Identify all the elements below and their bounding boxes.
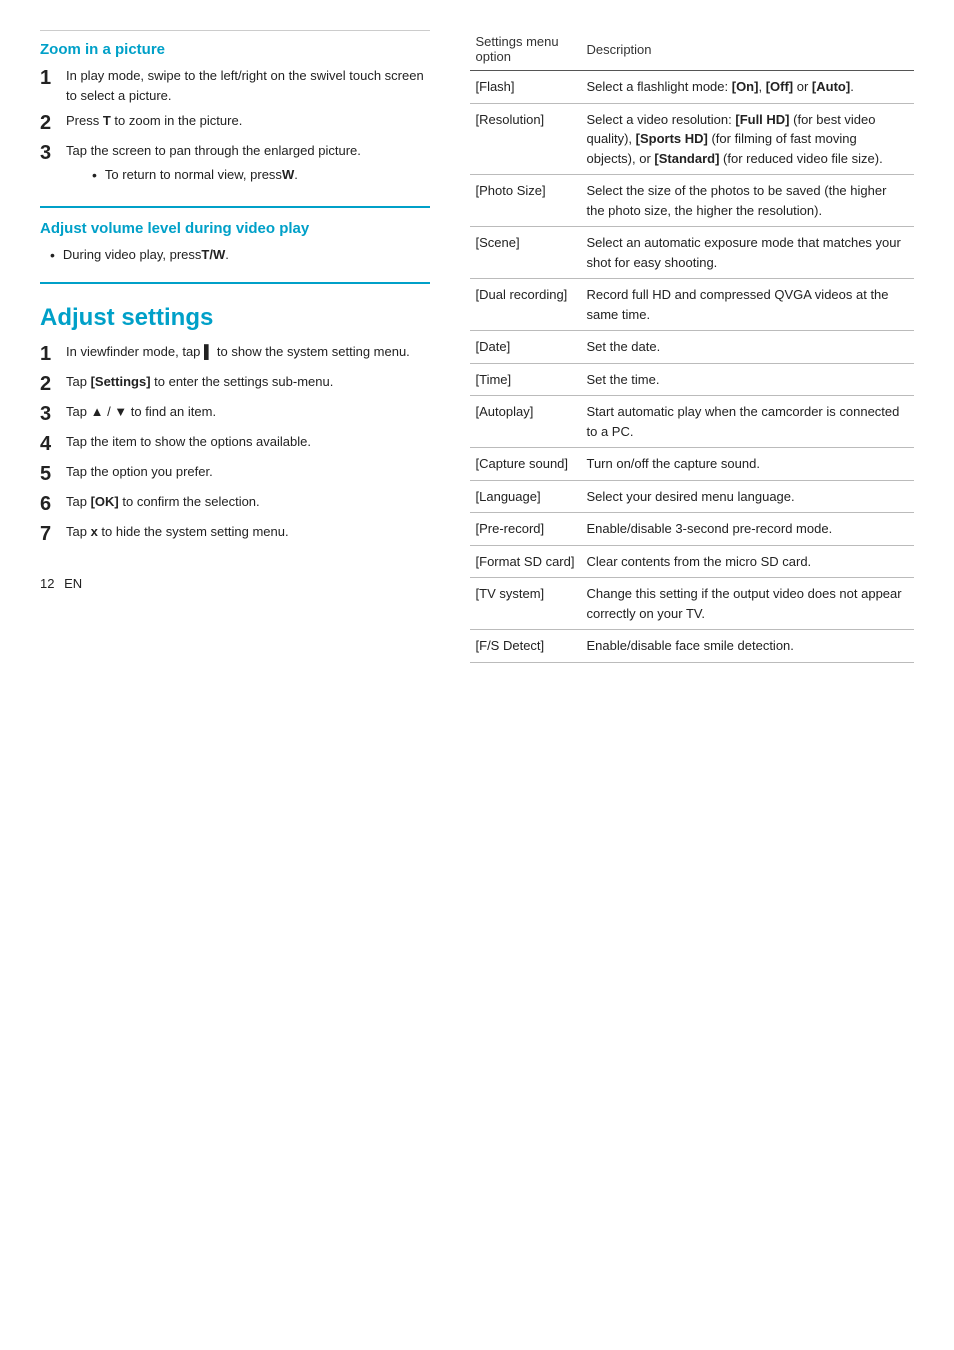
option-photo-size: [Photo Size] [470, 175, 581, 227]
step-text: Press T to zoom in the picture. [66, 111, 430, 131]
step-text: In viewfinder mode, tap ▌ to show the sy… [66, 342, 430, 362]
table-row: [F/S Detect] Enable/disable face smile d… [470, 630, 914, 663]
option-autoplay: [Autoplay] [470, 396, 581, 448]
desc-autoplay: Start automatic play when the camcorder … [580, 396, 914, 448]
option-tv-system: [TV system] [470, 578, 581, 630]
left-column: Zoom in a picture 1 In play mode, swipe … [40, 30, 460, 663]
table-row: [Date] Set the date. [470, 331, 914, 364]
top-divider [40, 30, 430, 31]
desc-format-sd: Clear contents from the micro SD card. [580, 545, 914, 578]
option-capture-sound: [Capture sound] [470, 448, 581, 481]
step-number: 6 [40, 492, 66, 516]
option-language: [Language] [470, 480, 581, 513]
table-row: [Photo Size] Select the size of the phot… [470, 175, 914, 227]
table-row: [Flash] Select a flashlight mode: [On], … [470, 71, 914, 104]
adjust-steps-list: 1 In viewfinder mode, tap ▌ to show the … [40, 342, 430, 546]
desc-language: Select your desired menu language. [580, 480, 914, 513]
volume-section-title: Adjust volume level during video play [40, 220, 430, 237]
adjust-step-3: 3 Tap ▲ / ▼ to find an item. [40, 402, 430, 426]
step-number: 1 [40, 342, 66, 366]
desc-resolution: Select a video resolution: [Full HD] (fo… [580, 103, 914, 175]
step-number: 1 [40, 66, 66, 90]
table-header-description: Description [580, 30, 914, 71]
table-row: [Resolution] Select a video resolution: … [470, 103, 914, 175]
table-row: [Pre-record] Enable/disable 3-second pre… [470, 513, 914, 546]
sub-bullet-list: To return to normal view, press W. [92, 165, 430, 186]
section-divider-2 [40, 282, 430, 284]
option-dual-recording: [Dual recording] [470, 279, 581, 331]
page-number: 12 [40, 576, 54, 591]
table-row: [Language] Select your desired menu lang… [470, 480, 914, 513]
option-date: [Date] [470, 331, 581, 364]
option-flash: [Flash] [470, 71, 581, 104]
step-text: Tap [OK] to confirm the selection. [66, 492, 430, 512]
step-text: In play mode, swipe to the left/right on… [66, 66, 430, 105]
step-text: Tap the item to show the options availab… [66, 432, 430, 452]
desc-pre-record: Enable/disable 3-second pre-record mode. [580, 513, 914, 546]
option-fs-detect: [F/S Detect] [470, 630, 581, 663]
adjust-section-title: Adjust settings [40, 304, 430, 332]
adjust-step-1: 1 In viewfinder mode, tap ▌ to show the … [40, 342, 430, 366]
settings-table: Settings menuoption Description [Flash] … [470, 30, 914, 663]
zoom-section-title: Zoom in a picture [40, 41, 430, 58]
adjust-step-7: 7 Tap x to hide the system setting menu. [40, 522, 430, 546]
step-text: Tap the screen to pan through the enlarg… [66, 141, 430, 190]
option-pre-record: [Pre-record] [470, 513, 581, 546]
step-number: 5 [40, 462, 66, 486]
adjust-step-2: 2 Tap [Settings] to enter the settings s… [40, 372, 430, 396]
step-number: 3 [40, 141, 66, 165]
adjust-step-5: 5 Tap the option you prefer. [40, 462, 430, 486]
desc-photo-size: Select the size of the photos to be save… [580, 175, 914, 227]
table-row: [Capture sound] Turn on/off the capture … [470, 448, 914, 481]
zoom-step-2: 2 Press T to zoom in the picture. [40, 111, 430, 135]
step-number: 4 [40, 432, 66, 456]
right-column: Settings menuoption Description [Flash] … [460, 30, 914, 663]
desc-scene: Select an automatic exposure mode that m… [580, 227, 914, 279]
table-header-option: Settings menuoption [470, 30, 581, 71]
step-text: Tap [Settings] to enter the settings sub… [66, 372, 430, 392]
option-scene: [Scene] [470, 227, 581, 279]
desc-fs-detect: Enable/disable face smile detection. [580, 630, 914, 663]
section-divider-1 [40, 206, 430, 208]
desc-time: Set the time. [580, 363, 914, 396]
option-time: [Time] [470, 363, 581, 396]
step-number: 2 [40, 111, 66, 135]
table-row: [Autoplay] Start automatic play when the… [470, 396, 914, 448]
volume-bullet-item: During video play, press T/W. [50, 245, 430, 266]
step-number: 2 [40, 372, 66, 396]
zoom-step-3: 3 Tap the screen to pan through the enla… [40, 141, 430, 190]
desc-tv-system: Change this setting if the output video … [580, 578, 914, 630]
zoom-steps-list: 1 In play mode, swipe to the left/right … [40, 66, 430, 190]
lang-label: EN [64, 576, 82, 591]
step-text: Tap the option you prefer. [66, 462, 430, 482]
desc-dual-recording: Record full HD and compressed QVGA video… [580, 279, 914, 331]
volume-bullet-list: During video play, press T/W. [50, 245, 430, 266]
table-row: [Format SD card] Clear contents from the… [470, 545, 914, 578]
desc-capture-sound: Turn on/off the capture sound. [580, 448, 914, 481]
step-text: Tap x to hide the system setting menu. [66, 522, 430, 542]
zoom-step-1: 1 In play mode, swipe to the left/right … [40, 66, 430, 105]
adjust-step-6: 6 Tap [OK] to confirm the selection. [40, 492, 430, 516]
table-row: [Scene] Select an automatic exposure mod… [470, 227, 914, 279]
table-row: [Time] Set the time. [470, 363, 914, 396]
desc-date: Set the date. [580, 331, 914, 364]
option-resolution: [Resolution] [470, 103, 581, 175]
table-row: [Dual recording] Record full HD and comp… [470, 279, 914, 331]
desc-flash: Select a flashlight mode: [On], [Off] or… [580, 71, 914, 104]
step-text: Tap ▲ / ▼ to find an item. [66, 402, 430, 422]
step-number: 3 [40, 402, 66, 426]
table-row: [TV system] Change this setting if the o… [470, 578, 914, 630]
option-format-sd: [Format SD card] [470, 545, 581, 578]
sub-bullet-item: To return to normal view, press W. [92, 165, 430, 186]
step-number: 7 [40, 522, 66, 546]
adjust-step-4: 4 Tap the item to show the options avail… [40, 432, 430, 456]
page-footer: 12 EN [40, 576, 430, 591]
